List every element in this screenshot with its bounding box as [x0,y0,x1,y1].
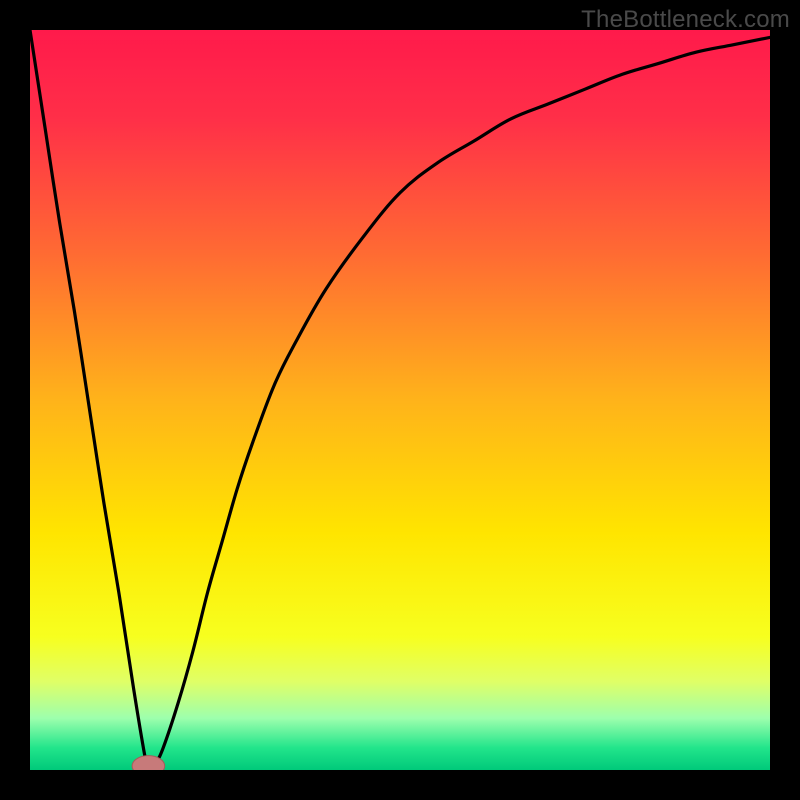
chart-frame: TheBottleneck.com [0,0,800,800]
gradient-background [30,30,770,770]
chart-svg [30,30,770,770]
watermark-text: TheBottleneck.com [581,6,790,34]
plot-area [30,30,770,770]
